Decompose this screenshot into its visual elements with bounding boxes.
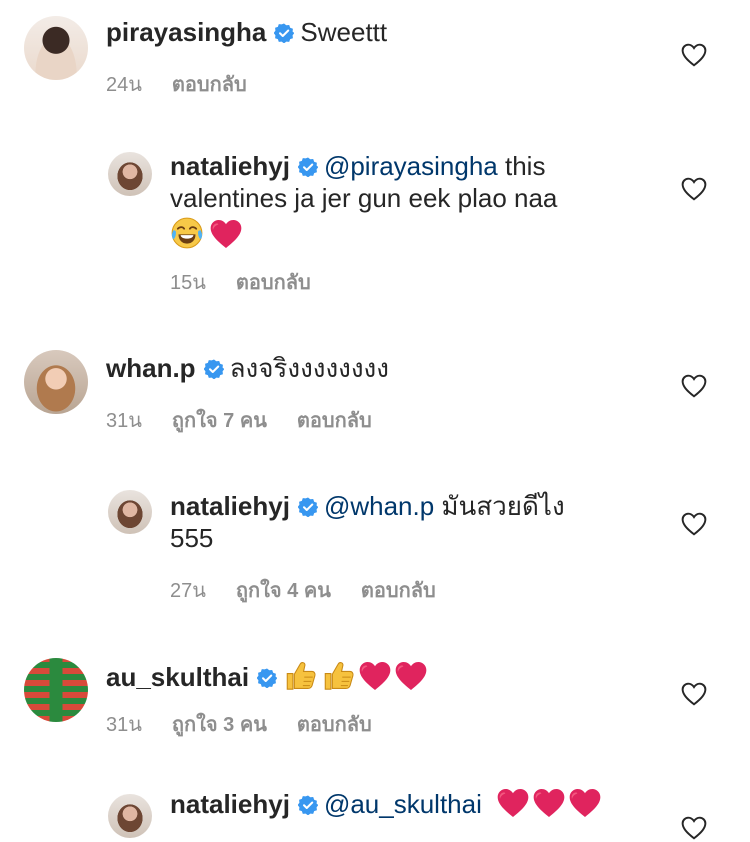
- comment-text-line: valentines ja jer gun eek plao naa: [170, 183, 558, 213]
- comment-text: Sweettt: [300, 17, 388, 47]
- timestamp: 15น: [170, 272, 206, 294]
- reply-button[interactable]: ตอบกลับ: [297, 714, 372, 736]
- comment-meta: 31น ถูกใจ 7 คน ตอบกลับ: [106, 404, 402, 436]
- heart-icon[interactable]: [681, 682, 707, 706]
- likes-count[interactable]: ถูกใจ 4 คน: [236, 580, 331, 602]
- reply-item: nataliehyj @whan.p มันสวยดีไง 555 27น ถูกใ…: [0, 478, 750, 608]
- verified-badge-icon: [274, 23, 294, 43]
- timestamp: 27น: [170, 580, 206, 602]
- comment-text-line: pirayasingha Sweettt: [106, 16, 387, 48]
- comment-item: whan.p ลงจริงงงงงงงง 31น ถูกใจ 7 คน ตอบกลับ: [0, 340, 750, 450]
- comment-item: pirayasingha Sweettt 24น ตอบกลับ: [0, 0, 750, 110]
- comment-meta: 31น ถูกใจ 3 คน ตอบกลับ: [106, 708, 402, 740]
- reply-button[interactable]: ตอบกลับ: [236, 272, 311, 294]
- avatar[interactable]: [24, 16, 88, 80]
- red-heart-icon: [569, 788, 601, 818]
- mention-link[interactable]: @pirayasingha: [324, 151, 498, 181]
- comment-meta: 15น ตอบกลับ: [170, 266, 341, 298]
- comment-text-line: whan.p ลงจริงงงงงงงง: [106, 352, 389, 384]
- comment-text-line: nataliehyj @pirayasingha this: [170, 150, 557, 182]
- comment-meta: 27น ถูกใจ 4 คน ตอบกลับ: [170, 574, 466, 606]
- reply-button[interactable]: ตอบกลับ: [361, 580, 436, 602]
- mention-link[interactable]: @whan.p: [324, 491, 434, 521]
- verified-badge-icon: [298, 497, 318, 517]
- username[interactable]: au_skulthai: [106, 662, 249, 692]
- username[interactable]: whan.p: [106, 353, 196, 383]
- username[interactable]: nataliehyj: [170, 151, 290, 181]
- verified-badge-icon: [204, 359, 224, 379]
- comment-text-line: nataliehyj @au_skulthai: [170, 788, 605, 820]
- verified-badge-icon: [298, 157, 318, 177]
- likes-count[interactable]: ถูกใจ 3 คน: [172, 714, 267, 736]
- avatar[interactable]: [108, 794, 152, 838]
- thumbs-up-icon: [321, 658, 355, 692]
- comment-text: this: [497, 151, 546, 181]
- timestamp: 31น: [106, 714, 142, 736]
- username[interactable]: nataliehyj: [170, 789, 290, 819]
- timestamp: 24น: [106, 74, 142, 96]
- heart-icon[interactable]: [681, 43, 707, 67]
- red-heart-icon: [497, 788, 529, 818]
- avatar[interactable]: [108, 152, 152, 196]
- red-heart-icon: [359, 661, 391, 691]
- comment-text: ลงจริงงงงงงงง: [229, 353, 389, 383]
- red-heart-icon: [533, 788, 565, 818]
- comment-item: au_skulthai 31น ถูกใจ 3 คน ตอบกลับ: [0, 648, 750, 758]
- comment-text-line: au_skulthai: [106, 658, 431, 693]
- reply-item: nataliehyj @pirayasingha this valentines …: [0, 140, 750, 310]
- red-heart-icon: [395, 661, 427, 691]
- username[interactable]: pirayasingha: [106, 17, 266, 47]
- reply-button[interactable]: ตอบกลับ: [297, 410, 372, 432]
- red-heart-icon: [210, 219, 242, 249]
- heart-icon[interactable]: [681, 512, 707, 536]
- verified-badge-icon: [298, 795, 318, 815]
- heart-icon[interactable]: [681, 374, 707, 398]
- comment-text-line: nataliehyj @whan.p มันสวยดีไง: [170, 490, 565, 522]
- heart-icon[interactable]: [681, 816, 707, 840]
- timestamp: 31น: [106, 410, 142, 432]
- face-with-tears-of-joy-icon: [170, 216, 204, 250]
- comment-meta: 24น ตอบกลับ: [106, 68, 277, 100]
- heart-icon[interactable]: [681, 177, 707, 201]
- thumbs-up-icon: [283, 658, 317, 692]
- avatar[interactable]: [24, 658, 88, 722]
- avatar[interactable]: [24, 350, 88, 414]
- reply-item: nataliehyj @au_skulthai: [0, 782, 750, 842]
- verified-badge-icon: [257, 668, 277, 688]
- avatar[interactable]: [108, 490, 152, 534]
- comments-list: pirayasingha Sweettt 24น ตอบกลับ nataliehy…: [0, 0, 750, 842]
- comment-text: มันสวยดีไง: [434, 491, 565, 521]
- username[interactable]: nataliehyj: [170, 491, 290, 521]
- reply-button[interactable]: ตอบกลับ: [172, 74, 247, 96]
- likes-count[interactable]: ถูกใจ 7 คน: [172, 410, 267, 432]
- comment-emoji-line: [170, 216, 557, 251]
- comment-text-line: 555: [170, 523, 214, 553]
- mention-link[interactable]: @au_skulthai: [324, 789, 482, 819]
